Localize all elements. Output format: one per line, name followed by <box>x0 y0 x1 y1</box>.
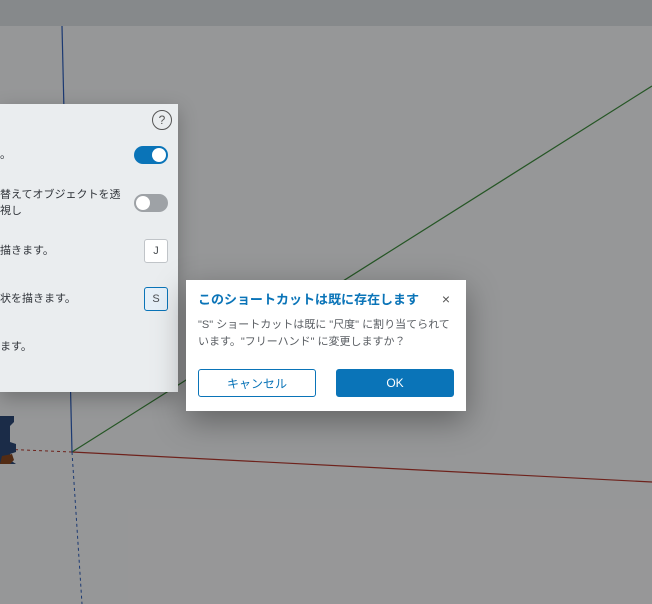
panel-body: 。 替えてオブジェクトを透視し 描きます。 J 状を描きます。 S ます。 <box>0 132 178 392</box>
ok-button[interactable]: OK <box>336 369 454 397</box>
toggle-1[interactable] <box>134 146 168 164</box>
modal-footer: キャンセル OK <box>186 361 466 411</box>
help-icon[interactable]: ? <box>152 110 172 130</box>
panel-header: ? <box>0 104 178 132</box>
close-icon[interactable]: × <box>438 291 454 307</box>
setting-label: ます。 <box>0 339 168 356</box>
modal-header: このショートカットは既に存在します × <box>186 280 466 317</box>
shortcut-conflict-modal: このショートカットは既に存在します × "S" ショートカットは既に "尺度" … <box>186 280 466 411</box>
modal-title: このショートカットは既に存在します <box>198 289 438 308</box>
setting-row-toggle-1: 。 <box>0 138 168 172</box>
settings-panel: ? 。 替えてオブジェクトを透視し 描きます。 J 状を描きます。 S ます。 <box>0 104 178 392</box>
setting-row-shortcut-3: ます。 <box>0 330 168 364</box>
setting-label: 替えてオブジェクトを透視し <box>0 187 134 220</box>
toggle-2[interactable] <box>134 194 168 212</box>
shortcut-key-field-selected[interactable]: S <box>144 287 168 311</box>
modal-body-text: "S" ショートカットは既に "尺度" に割り当てられています。"フリーハンド"… <box>186 317 466 361</box>
setting-row-toggle-2: 替えてオブジェクトを透視し <box>0 186 168 220</box>
setting-row-shortcut-2: 状を描きます。 S <box>0 282 168 316</box>
cancel-button[interactable]: キャンセル <box>198 369 316 397</box>
setting-row-shortcut-1: 描きます。 J <box>0 234 168 268</box>
setting-label: 。 <box>0 147 134 164</box>
shortcut-key-field[interactable]: J <box>144 239 168 263</box>
setting-label: 描きます。 <box>0 243 144 260</box>
setting-label: 状を描きます。 <box>0 291 144 308</box>
